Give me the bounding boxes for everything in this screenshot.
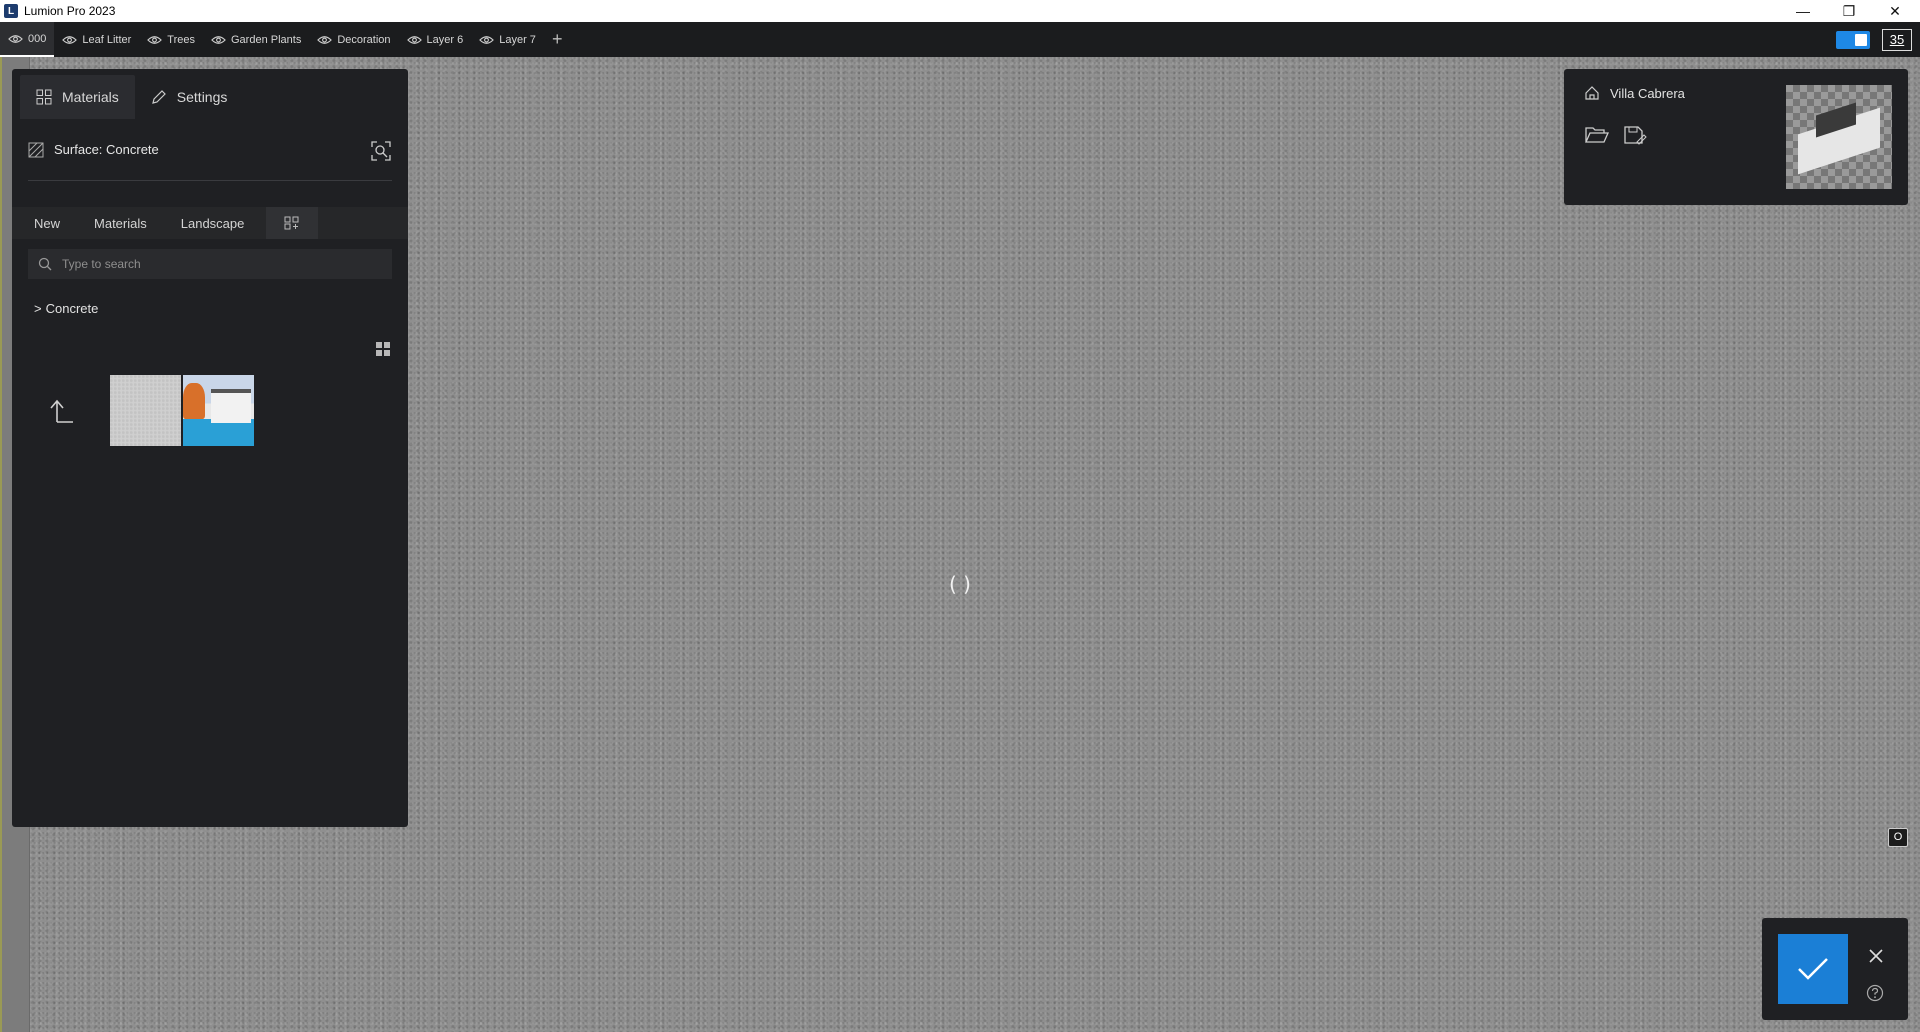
materials-grid-icon <box>36 89 52 105</box>
material-panel: Materials Settings Surface: Concrete New… <box>12 69 408 827</box>
layer-label: Layer 7 <box>499 33 536 46</box>
cancel-button[interactable] <box>1862 942 1890 970</box>
crosshair-icon: ( ) <box>949 572 971 596</box>
surface-row: Surface: Concrete <box>28 119 392 181</box>
surface-texture-icon <box>28 142 44 157</box>
material-thumb-villa[interactable] <box>183 375 254 446</box>
layer-tab-layer-7[interactable]: Layer 7 <box>471 22 544 57</box>
material-thumb-concrete[interactable] <box>110 375 181 446</box>
eye-icon[interactable] <box>147 35 163 45</box>
tab-materials[interactable]: Materials <box>20 75 135 119</box>
confirm-button[interactable] <box>1778 934 1848 1004</box>
material-thumbnails <box>32 375 256 446</box>
layer-tab-layer-6[interactable]: Layer 6 <box>399 22 472 57</box>
help-icon <box>1866 984 1884 1002</box>
layer-tab-decoration[interactable]: Decoration <box>309 22 398 57</box>
minimize-button[interactable]: — <box>1780 0 1826 22</box>
eye-icon[interactable] <box>406 35 422 45</box>
layer-label: Layer 6 <box>426 33 464 46</box>
eye-icon[interactable] <box>8 34 23 44</box>
window-title: Lumion Pro 2023 <box>24 4 116 18</box>
eye-icon[interactable] <box>62 35 78 45</box>
title-bar: L Lumion Pro 2023 — ❐ ✕ <box>0 0 1920 22</box>
pick-material-icon[interactable] <box>370 140 392 162</box>
close-icon <box>1869 949 1883 963</box>
surface-label: Surface: Concrete <box>54 142 159 157</box>
folder-open-icon[interactable] <box>1584 124 1610 146</box>
map-badge[interactable]: O <box>1888 828 1908 847</box>
layer-label: Trees <box>167 33 195 46</box>
app-logo: L <box>4 4 18 18</box>
view-toggle-switch[interactable] <box>1836 31 1870 49</box>
confirm-panel <box>1762 918 1908 1020</box>
layer-tab-trees[interactable]: Trees <box>139 22 203 57</box>
tab-label: Settings <box>176 89 228 105</box>
tab-label: Materials <box>62 89 119 105</box>
layer-counter[interactable]: 35 <box>1882 29 1912 51</box>
project-name: Villa Cabrera <box>1610 85 1685 101</box>
layer-bar: 000 Leaf Litter Trees Garden Plants Deco… <box>0 22 1920 57</box>
layer-label: Garden Plants <box>231 33 302 46</box>
subtab-favorites[interactable] <box>266 207 319 239</box>
eye-icon[interactable] <box>317 35 333 45</box>
layer-label: Decoration <box>337 33 391 46</box>
layer-tab-000[interactable]: 000 <box>0 22 55 57</box>
up-level-button[interactable] <box>32 376 92 446</box>
grid-add-icon <box>284 216 299 230</box>
folder-concrete[interactable]: > Concrete <box>34 301 408 316</box>
library-subtabs: New Materials Landscape <box>12 207 408 239</box>
search-input[interactable] <box>62 257 362 271</box>
subtab-landscape[interactable]: Landscape <box>169 207 257 239</box>
project-actions <box>1584 124 1648 146</box>
close-window-button[interactable]: ✕ <box>1872 0 1918 22</box>
layer-tab-garden-plants[interactable]: Garden Plants <box>203 22 309 57</box>
check-icon <box>1798 958 1828 980</box>
layer-tab-leaf-litter[interactable]: Leaf Litter <box>54 22 139 57</box>
panel-tabs: Materials Settings <box>12 69 408 119</box>
search-icon <box>38 257 52 271</box>
view-grid-icon[interactable] <box>376 342 390 356</box>
pencil-icon <box>151 90 166 104</box>
add-layer-button[interactable]: + <box>544 29 571 50</box>
search-field[interactable] <box>28 249 392 279</box>
help-button[interactable] <box>1864 982 1886 1004</box>
layer-label: 000 <box>28 32 47 45</box>
eye-icon[interactable] <box>211 35 226 45</box>
restore-button[interactable]: ❐ <box>1826 0 1872 22</box>
eye-icon[interactable] <box>479 35 495 45</box>
project-card: Villa Cabrera <box>1564 69 1908 205</box>
up-level-icon <box>50 399 73 423</box>
subtab-new[interactable]: New <box>22 207 72 239</box>
chevron-right-icon: > <box>34 301 42 316</box>
subtab-materials[interactable]: Materials <box>82 207 159 239</box>
tab-settings[interactable]: Settings <box>135 75 244 119</box>
folder-name: Concrete <box>45 301 99 316</box>
project-title: Villa Cabrera <box>1584 85 1685 101</box>
save-as-icon[interactable] <box>1622 124 1648 146</box>
house-icon <box>1585 86 1599 100</box>
layer-label: Leaf Litter <box>82 33 132 46</box>
project-thumbnail[interactable] <box>1786 85 1892 189</box>
